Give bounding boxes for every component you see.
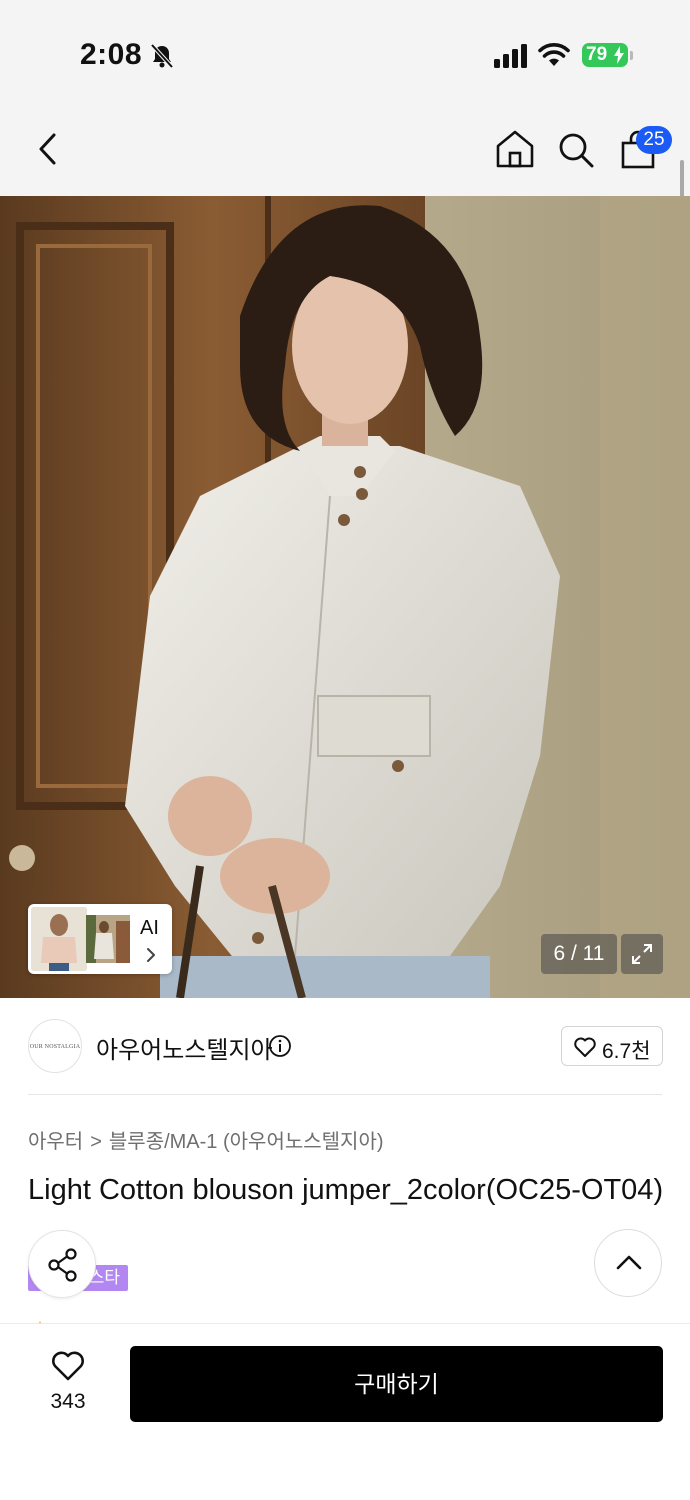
status-bar: 2:08 79: [0, 0, 690, 100]
ai-similar-items-button[interactable]: AI: [28, 904, 172, 974]
chevron-up-icon: [616, 1255, 642, 1270]
battery-indicator: 79: [582, 43, 628, 67]
brand-name[interactable]: 아우어노스텔지아: [96, 1030, 273, 1065]
expand-image-button[interactable]: [621, 934, 663, 974]
ai-thumbnail-2: [86, 915, 130, 963]
breadcrumb: 아우터 > 블루종/MA-1 (아우어노스텔지아): [28, 1125, 384, 1154]
cart-count-badge: 25: [636, 126, 672, 154]
brand-like-count: 6.7천: [602, 1040, 651, 1063]
cellular-signal-icon: [494, 44, 527, 68]
chevron-right-icon: [147, 948, 155, 962]
wifi-icon: [538, 43, 570, 66]
home-icon[interactable]: [494, 128, 536, 170]
battery-charging-icon: [614, 46, 624, 64]
breadcrumb-category[interactable]: 아우터: [28, 1131, 83, 1153]
ai-label: AI: [140, 917, 159, 939]
ai-thumbnail-1: [31, 907, 87, 971]
heart-icon: [574, 1037, 596, 1057]
scroll-to-top-button[interactable]: [594, 1229, 662, 1297]
status-time: 2:08: [80, 38, 143, 71]
bottom-action-bar: 343 구매하기: [0, 1323, 690, 1500]
nav-header: 25: [0, 100, 690, 196]
image-counter: 6 / 11: [541, 934, 617, 974]
battery-level: 79: [586, 44, 608, 65]
expand-arrows-icon: [632, 944, 652, 964]
product-image[interactable]: AI 6 / 11: [0, 196, 690, 998]
product-photo: [0, 196, 690, 998]
battery-tip: [630, 51, 633, 60]
share-button[interactable]: [28, 1230, 96, 1298]
breadcrumb-separator: >: [90, 1131, 102, 1153]
brand-like-button[interactable]: 6.7천: [561, 1026, 663, 1066]
back-chevron-icon[interactable]: [32, 131, 64, 167]
share-icon: [48, 1248, 77, 1282]
product-like-count: 343: [50, 1390, 86, 1413]
brand-logo[interactable]: OUR NOSTALGIA: [28, 1019, 82, 1073]
product-title: Light Cotton blouson jumper_2color(OC25-…: [28, 1174, 664, 1206]
bell-slash-icon: [150, 43, 174, 69]
info-icon[interactable]: [268, 1034, 292, 1058]
divider: [28, 1094, 662, 1095]
breadcrumb-subcategory[interactable]: 블루종/MA-1 (아우어노스텔지아): [109, 1131, 384, 1153]
heart-icon[interactable]: [50, 1350, 86, 1382]
buy-button[interactable]: 구매하기: [130, 1346, 663, 1422]
search-icon[interactable]: [556, 130, 596, 170]
